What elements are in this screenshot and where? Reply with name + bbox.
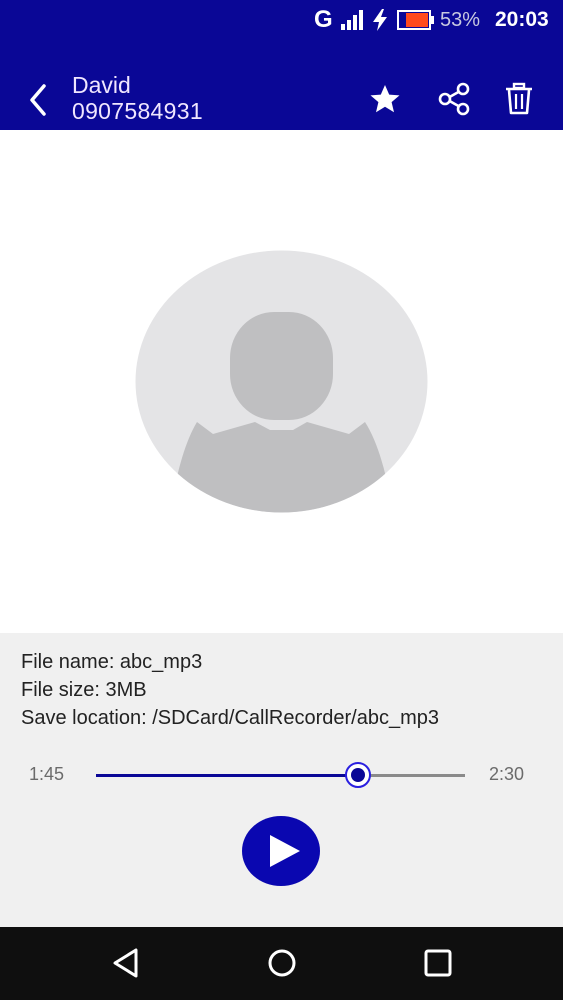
nav-home-icon[interactable] [266,946,298,980]
trash-icon[interactable] [502,82,536,116]
contact-avatar-icon [135,250,428,513]
battery-icon [397,10,434,30]
play-button[interactable] [242,816,320,886]
seek-bar-progress [96,774,358,777]
back-arrow-icon[interactable] [22,80,56,120]
charging-icon [373,9,387,31]
network-type: G [314,6,333,33]
clock: 20:03 [495,8,549,31]
signal-icon [341,10,363,30]
share-icon[interactable] [437,82,471,116]
star-icon[interactable] [368,82,402,116]
file-name-text: File name: abc_mp3 [21,651,203,673]
status-bar: G 53% 20:03 [0,0,563,38]
file-size-text: File size: 3MB [21,679,147,701]
play-icon [270,835,300,867]
current-time: 1:45 [29,764,65,784]
total-time: 2:30 [489,764,525,784]
save-location-text: Save location: /SDCard/CallRecorder/abc_… [21,707,439,729]
seek-bar-thumb[interactable] [345,762,371,788]
nav-back-icon[interactable] [110,946,142,980]
battery-percent: 53% [440,9,481,31]
nav-recents-icon[interactable] [423,948,453,978]
contact-name: David [72,72,131,98]
contact-number: 0907584931 [72,98,203,124]
